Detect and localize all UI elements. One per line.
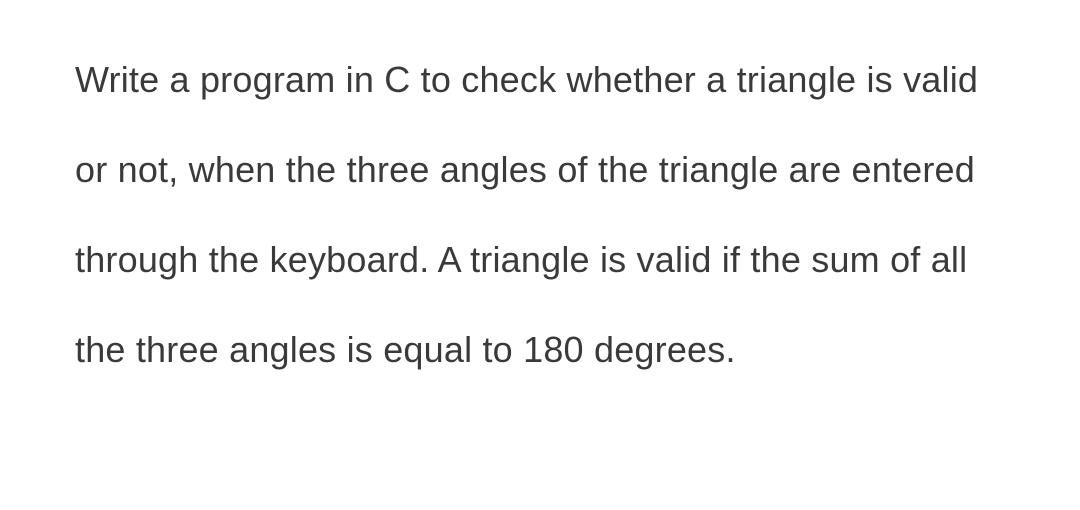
question-text: Write a program in C to check whether a …	[75, 35, 1010, 395]
